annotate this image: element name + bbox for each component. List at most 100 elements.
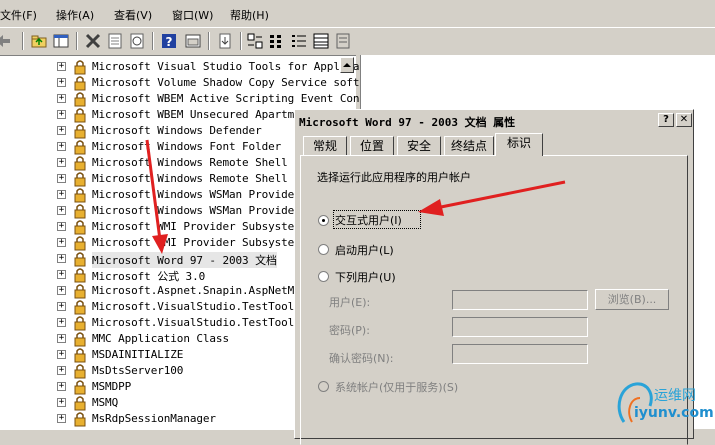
tab-security[interactable]: 安全	[397, 136, 441, 155]
watermark-text-url: iyunv.com	[634, 405, 714, 421]
tree-item[interactable]: + Microsoft Visual Studio Tools for Appli…	[0, 59, 360, 75]
expand-icon[interactable]: +	[57, 414, 66, 423]
expand-icon[interactable]: +	[57, 222, 66, 231]
svg-text:?: ?	[166, 35, 173, 49]
help-icon[interactable]: ?	[160, 32, 178, 50]
com-component-icon	[74, 76, 86, 91]
com-component-icon	[74, 380, 86, 395]
tree-item-label: Microsoft Windows Font Folder	[92, 140, 282, 153]
com-component-icon	[74, 236, 86, 251]
expand-icon[interactable]: +	[57, 142, 66, 151]
com-component-icon	[74, 60, 86, 75]
expand-icon[interactable]: +	[57, 126, 66, 135]
this-user-radio[interactable]	[318, 271, 329, 282]
expand-icon[interactable]: +	[57, 190, 66, 199]
user-field[interactable]	[452, 290, 588, 310]
tree-item[interactable]: + Microsoft Volume Shadow Copy Service so…	[0, 75, 360, 91]
expand-icon[interactable]: +	[57, 382, 66, 391]
properties-icon[interactable]	[106, 32, 124, 50]
browse-button[interactable]: 浏览(B)...	[595, 289, 669, 310]
tree-item[interactable]: + Microsoft WBEM Active Scripting Event C…	[0, 91, 360, 107]
confirm-password-field[interactable]	[452, 344, 588, 364]
help-button[interactable]: ?	[658, 113, 674, 127]
tree-item-label: MSDAINITIALIZE	[92, 348, 184, 361]
expand-icon[interactable]: +	[57, 238, 66, 247]
menu-help[interactable]: 帮助(H)	[230, 7, 269, 23]
com-component-icon	[74, 316, 86, 331]
expand-icon[interactable]: +	[57, 318, 66, 327]
expand-icon[interactable]: +	[57, 366, 66, 375]
tree-item-label: Microsoft WBEM Unsecured Apartment	[92, 108, 314, 121]
tree-item-label: Microsoft 公式 3.0	[92, 270, 206, 283]
com-component-icon	[74, 332, 86, 347]
up-folder-icon[interactable]	[30, 32, 48, 50]
tree-item-label: Microsoft Windows Remote Shell Host	[92, 156, 321, 169]
delete-icon[interactable]	[84, 32, 102, 50]
list-view-icon[interactable]	[290, 32, 308, 50]
com-component-icon	[74, 300, 86, 315]
expand-icon[interactable]: +	[57, 286, 66, 295]
system-account-label[interactable]: 系统帐户(仅用于服务)(S)	[335, 379, 458, 395]
view-icon[interactable]	[184, 32, 202, 50]
show-hide-tree-icon[interactable]	[52, 32, 70, 50]
expand-icon[interactable]: +	[57, 206, 66, 215]
back-arrow-icon[interactable]	[0, 32, 12, 50]
tab-endpoints[interactable]: 终结点	[444, 136, 494, 155]
large-icons-view-icon[interactable]	[246, 32, 264, 50]
com-component-icon	[74, 412, 86, 427]
expand-icon[interactable]: +	[57, 254, 66, 263]
com-component-icon	[74, 108, 86, 123]
expand-icon[interactable]: +	[57, 398, 66, 407]
toolbar-separator	[22, 32, 24, 50]
small-icons-view-icon[interactable]	[268, 32, 286, 50]
refresh-icon[interactable]	[128, 32, 146, 50]
expand-icon[interactable]: +	[57, 94, 66, 103]
com-component-icon	[74, 124, 86, 139]
menu-bar: 文件(F) 操作(A) 查看(V) 窗口(W) 帮助(H)	[0, 0, 715, 27]
confirm-password-label: 确认密码(N):	[329, 352, 394, 365]
tree-item-label: Microsoft Visual Studio Tools for Applic…	[92, 60, 360, 73]
expand-icon[interactable]: +	[57, 110, 66, 119]
export-icon[interactable]	[216, 32, 234, 50]
this-user-label[interactable]: 下列用户(U)	[335, 269, 396, 285]
tree-item-label: Microsoft Windows Remote Shell Host	[92, 172, 321, 185]
menu-action[interactable]: 操作(A)	[56, 7, 94, 23]
interactive-user-radio[interactable]	[318, 215, 329, 226]
com-component-icon	[74, 172, 86, 187]
expand-icon[interactable]: +	[57, 174, 66, 183]
com-component-icon	[74, 140, 86, 155]
toolbar-separator	[152, 32, 154, 50]
tree-item-label: Microsoft Word 97 - 2003 文档	[92, 252, 277, 268]
tab-general[interactable]: 常规	[303, 136, 347, 155]
interactive-user-label[interactable]: 交互式用户(I)	[335, 212, 402, 228]
system-account-radio[interactable]	[318, 381, 329, 392]
expand-icon[interactable]: +	[57, 350, 66, 359]
launching-user-radio[interactable]	[318, 244, 329, 255]
com-component-icon	[74, 284, 86, 299]
customize-view-icon[interactable]	[334, 32, 352, 50]
launching-user-label[interactable]: 启动用户(L)	[335, 242, 394, 258]
tab-identity[interactable]: 标识	[495, 133, 543, 156]
detail-view-icon[interactable]	[312, 32, 330, 50]
tab-location[interactable]: 位置	[350, 136, 394, 155]
expand-icon[interactable]: +	[57, 270, 66, 279]
expand-icon[interactable]: +	[57, 302, 66, 311]
expand-icon[interactable]: +	[57, 158, 66, 167]
menu-view[interactable]: 查看(V)	[114, 7, 152, 23]
scroll-up-button[interactable]	[340, 57, 354, 73]
close-button[interactable]: ✕	[676, 113, 692, 127]
toolbar-separator	[208, 32, 210, 50]
toolbar-separator	[240, 32, 242, 50]
dialog-titlebar[interactable]: Microsoft Word 97 - 2003 文档 属性 ? ✕	[297, 112, 692, 129]
menu-window[interactable]: 窗口(W)	[172, 7, 213, 23]
com-component-icon	[74, 220, 86, 235]
password-field[interactable]	[452, 317, 588, 337]
com-component-icon	[74, 348, 86, 363]
tree-item-label: MSMQ	[92, 396, 119, 409]
expand-icon[interactable]: +	[57, 62, 66, 71]
menu-file[interactable]: 文件(F)	[0, 7, 37, 23]
toolbar: ?	[0, 27, 715, 55]
identity-prompt: 选择运行此应用程序的用户帐户	[317, 171, 471, 184]
expand-icon[interactable]: +	[57, 78, 66, 87]
expand-icon[interactable]: +	[57, 334, 66, 343]
